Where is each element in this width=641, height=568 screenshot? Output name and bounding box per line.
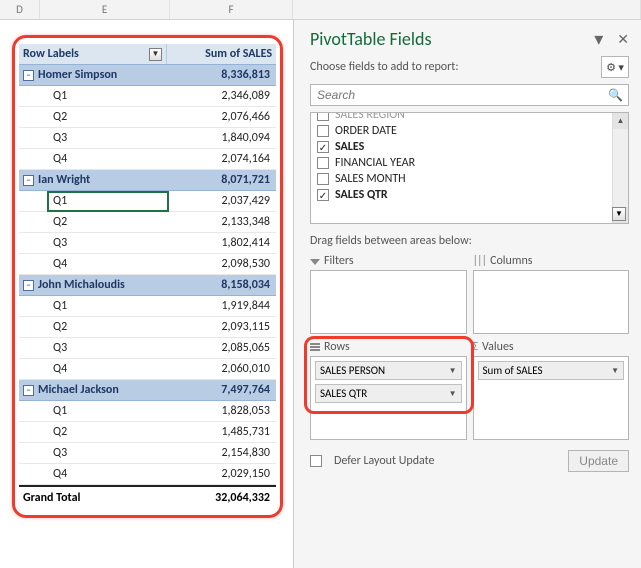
filters-area[interactable]: Filters <box>310 254 467 334</box>
field-item[interactable]: ✓SALES <box>315 139 624 155</box>
pivot-detail-row[interactable]: Q22,133,348 <box>19 212 276 233</box>
defer-checkbox-box[interactable] <box>310 455 322 467</box>
pivottable-fields-pane: PivotTable Fields ▾ ✕ Choose fields to a… <box>293 20 641 568</box>
pivot-group-row[interactable]: −Michael Jackson7,497,764 <box>19 380 276 401</box>
col-d[interactable]: D <box>0 0 40 19</box>
field-item[interactable]: FINANCIAL YEAR <box>315 155 624 171</box>
pivot-detail-row[interactable]: Q32,154,830 <box>19 443 276 464</box>
row-field-token[interactable]: SALES QTR▼ <box>315 384 462 403</box>
pivot-detail-row[interactable]: Q12,346,089 <box>19 86 276 107</box>
values-area[interactable]: ΣValues Sum of SALES▼ <box>473 340 630 440</box>
collapse-icon[interactable]: − <box>23 385 34 396</box>
pivot-detail-row[interactable]: Q42,029,150 <box>19 464 276 485</box>
row-labels-header[interactable]: Row Labels ▼ <box>19 44 167 64</box>
tools-button[interactable]: ⚙ ▾ <box>601 56 629 78</box>
columns-icon: ||| <box>473 254 487 268</box>
field-checkbox[interactable] <box>317 157 329 169</box>
token-dropdown-icon[interactable]: ▼ <box>449 366 457 376</box>
col-e[interactable]: E <box>40 0 170 19</box>
col-f[interactable]: F <box>170 0 293 19</box>
pivot-group-row[interactable]: −Ian Wright8,071,721 <box>19 170 276 191</box>
pivot-detail-row[interactable]: Q21,485,731 <box>19 422 276 443</box>
pivot-detail-row[interactable]: Q42,060,010 <box>19 359 276 380</box>
update-button[interactable]: Update <box>568 450 629 472</box>
field-checkbox[interactable]: ✓ <box>317 141 329 153</box>
column-headers: D E F <box>0 0 641 20</box>
choose-fields-label: Choose fields to add to report: <box>310 60 459 74</box>
pivot-group-row[interactable]: −John Michaloudis8,158,034 <box>19 275 276 296</box>
field-list[interactable]: SALES REGIONORDER DATE✓SALESFINANCIAL YE… <box>310 112 629 224</box>
pivot-detail-row[interactable]: Q11,828,053 <box>19 401 276 422</box>
token-dropdown-icon[interactable]: ▼ <box>611 366 619 376</box>
dropdown-icon[interactable]: ▾ <box>594 34 603 44</box>
scroll-up-icon[interactable]: ▲ <box>613 113 628 129</box>
pivot-detail-row[interactable]: Q31,802,414 <box>19 233 276 254</box>
defer-layout-checkbox[interactable]: Defer Layout Update <box>310 454 435 468</box>
field-item[interactable]: SALES REGION <box>315 112 624 123</box>
pivot-header-row: Row Labels ▼ Sum of SALES <box>19 44 276 65</box>
drag-fields-label: Drag fields between areas below: <box>310 234 629 248</box>
pivot-detail-row[interactable]: Q22,093,115 <box>19 317 276 338</box>
search-input[interactable] <box>310 84 629 106</box>
collapse-icon[interactable]: − <box>23 70 34 81</box>
pivot-detail-row[interactable]: Q32,085,065 <box>19 338 276 359</box>
field-checkbox[interactable] <box>317 173 329 185</box>
columns-area[interactable]: |||Columns <box>473 254 630 334</box>
pane-title: PivotTable Fields <box>310 28 432 50</box>
collapse-icon[interactable]: − <box>23 280 34 291</box>
pivot-detail-row[interactable]: Q12,037,429 <box>19 191 276 212</box>
filter-icon <box>310 254 320 268</box>
collapse-icon[interactable]: − <box>23 175 34 186</box>
values-header: Sum of SALES <box>167 44 276 64</box>
pivot-detail-row[interactable]: Q22,076,466 <box>19 107 276 128</box>
field-item[interactable]: ✓SALES QTR <box>315 187 624 203</box>
row-field-token[interactable]: SALES PERSON▼ <box>315 361 462 380</box>
field-item[interactable]: SALES MONTH <box>315 171 624 187</box>
pivot-group-row[interactable]: −Homer Simpson8,336,813 <box>19 65 276 86</box>
search-icon: 🔍 <box>608 88 623 103</box>
rows-area[interactable]: Rows SALES PERSON▼SALES QTR▼ <box>310 340 467 440</box>
pivot-detail-row[interactable]: Q31,840,094 <box>19 128 276 149</box>
worksheet-area[interactable]: Row Labels ▼ Sum of SALES −Homer Simpson… <box>0 20 293 568</box>
row-labels-dropdown-icon[interactable]: ▼ <box>149 48 162 61</box>
value-field-token[interactable]: Sum of SALES▼ <box>478 361 625 380</box>
field-checkbox[interactable] <box>317 112 329 121</box>
pivot-detail-row[interactable]: Q11,919,844 <box>19 296 276 317</box>
annotation-pivot-border: Row Labels ▼ Sum of SALES −Homer Simpson… <box>12 35 283 518</box>
grand-total-row: Grand Total 32,064,332 <box>19 485 276 509</box>
pivot-detail-row[interactable]: Q42,074,164 <box>19 149 276 170</box>
close-icon[interactable]: ✕ <box>617 31 629 48</box>
expand-fields-icon[interactable]: ▼ <box>612 207 626 221</box>
pivot-detail-row[interactable]: Q42,098,530 <box>19 254 276 275</box>
token-dropdown-icon[interactable]: ▼ <box>449 389 457 399</box>
field-checkbox[interactable]: ✓ <box>317 189 329 201</box>
field-checkbox[interactable] <box>317 125 329 137</box>
sigma-icon: Σ <box>473 340 479 354</box>
field-item[interactable]: ORDER DATE <box>315 123 624 139</box>
rows-icon <box>310 343 320 351</box>
